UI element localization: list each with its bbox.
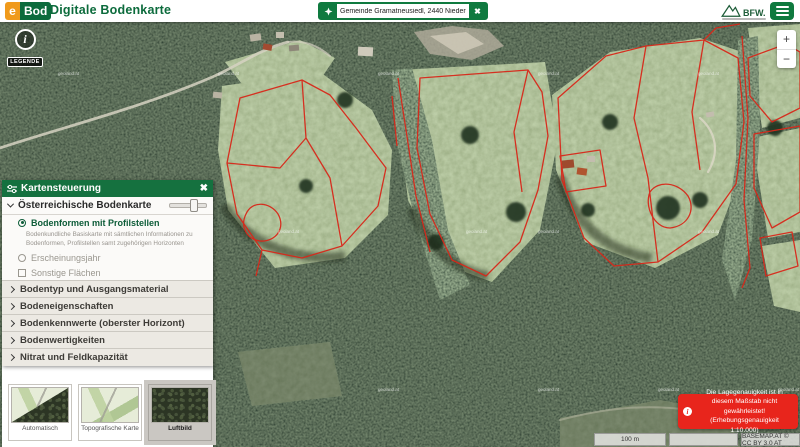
svg-text:geoland.at: geoland.at — [466, 229, 488, 234]
chevron-right-icon — [8, 319, 15, 326]
svg-text:geoland.at: geoland.at — [278, 229, 300, 234]
svg-text:geoland.at: geoland.at — [658, 387, 680, 392]
scale-bar-segment — [669, 433, 738, 446]
svg-text:geoland.at: geoland.at — [538, 71, 560, 76]
hamburger-icon — [776, 6, 789, 8]
app-header: e Bod Digitale Bodenkarte ✖ BFW. — [0, 0, 800, 22]
slider-handle[interactable] — [190, 199, 198, 212]
svg-text:geoland.at: geoland.at — [698, 71, 720, 76]
chevron-right-icon — [8, 302, 15, 309]
svg-text:geoland.at: geoland.at — [538, 229, 560, 234]
radio-erscheinungsjahr[interactable]: Erscheinungsjahr — [2, 250, 213, 265]
chevron-down-icon — [7, 201, 14, 208]
search-clear-button[interactable]: ✖ — [469, 4, 486, 18]
section-bodenkennwerte[interactable]: Bodenkennwerte (oberster Horizont) — [2, 314, 213, 331]
chevron-right-icon — [8, 353, 15, 360]
scale-bar: 100 m — [594, 433, 666, 446]
automatisch-thumbnail — [11, 387, 69, 423]
section-oesterreichische-bodenkarte[interactable]: Österreichische Bodenkarte — [2, 197, 213, 215]
basemap-luftbild[interactable]: Luftbild — [148, 384, 212, 441]
page-title: Digitale Bodenkarte — [50, 3, 171, 17]
basemap-topografische-karte[interactable]: Topografische Karte — [78, 384, 142, 441]
radio-bodenformen[interactable]: Bodenformen mit Profilstellen — [2, 215, 213, 230]
svg-text:geoland.at: geoland.at — [218, 71, 240, 76]
search-input[interactable] — [337, 4, 469, 18]
close-icon[interactable]: ✖ — [200, 183, 208, 194]
warning-text: Die Lagegenauigkeit ist in diesem Maßsta… — [696, 388, 793, 435]
ebod-logo[interactable]: e Bod — [5, 2, 51, 20]
option-description: Bodenkundliche Basiskarte mit sämtlichen… — [2, 230, 213, 250]
zoom-in-button[interactable]: + — [777, 30, 796, 50]
topo-thumbnail — [81, 387, 139, 423]
info-icon[interactable]: i — [15, 29, 36, 50]
bfw-label: BFW. — [743, 9, 766, 18]
svg-text:geoland.at: geoland.at — [378, 387, 400, 392]
svg-text:geoland.at: geoland.at — [538, 387, 560, 392]
svg-text:geoland.at: geoland.at — [378, 71, 400, 76]
luftbild-thumbnail — [151, 387, 209, 423]
section-nitrat-feldkapazitaet[interactable]: Nitrat und Feldkapazität — [2, 348, 213, 365]
warning-info-icon: i — [683, 407, 692, 416]
svg-text:geoland.at: geoland.at — [58, 71, 80, 76]
section-bodentyp[interactable]: Bodentyp und Ausgangsmaterial — [2, 280, 213, 297]
bfw-mountains-icon — [720, 3, 742, 18]
app-window: geoland.at geoland.at geoland.at geoland… — [0, 0, 800, 447]
logo-bod: Bod — [20, 2, 51, 20]
legend-label[interactable]: LEGENDE — [7, 57, 42, 67]
locate-button[interactable] — [320, 4, 337, 18]
layer-opacity-slider[interactable] — [169, 203, 207, 208]
section-bodeneigenschaften[interactable]: Bodeneigenschaften — [2, 297, 213, 314]
sliders-icon — [7, 184, 17, 194]
checkbox-sonstige-flaechen[interactable]: Sonstige Flächen — [2, 265, 213, 280]
radio-icon — [18, 254, 26, 262]
bfw-logo[interactable]: BFW. — [720, 3, 766, 18]
checkbox-icon — [18, 269, 26, 277]
attribution[interactable]: BASEMAP.AT © CC BY 3.0 AT — [741, 433, 800, 446]
basemap-automatisch[interactable]: Automatisch — [8, 384, 72, 441]
legend-control: i LEGENDE — [5, 29, 45, 68]
radio-selected-icon — [18, 219, 26, 227]
scale-attribution-strip: 100 m BASEMAP.AT © CC BY 3.0 AT — [594, 433, 800, 446]
svg-text:geoland.at: geoland.at — [698, 229, 720, 234]
bfw-tagline-rule — [722, 18, 766, 20]
map-control-panel: Kartensteuerung ✖ Österreichische Bodenk… — [2, 180, 213, 366]
panel-title: Kartensteuerung — [21, 183, 196, 194]
basemap-switcher: Automatisch Topografische Karte Luftbild — [2, 366, 213, 447]
accuracy-warning: i Die Lagegenauigkeit ist in diesem Maßs… — [678, 394, 798, 429]
locate-icon — [324, 7, 333, 16]
logo-e: e — [5, 2, 20, 20]
menu-button[interactable] — [770, 2, 794, 20]
chevron-right-icon — [8, 285, 15, 292]
section-bodenwertigkeiten[interactable]: Bodenwertigkeiten — [2, 331, 213, 348]
zoom-out-button[interactable]: − — [777, 50, 796, 69]
zoom-control: + − — [777, 30, 796, 68]
chevron-right-icon — [8, 336, 15, 343]
search-group: ✖ — [318, 2, 488, 20]
panel-header: Kartensteuerung ✖ — [2, 180, 213, 197]
